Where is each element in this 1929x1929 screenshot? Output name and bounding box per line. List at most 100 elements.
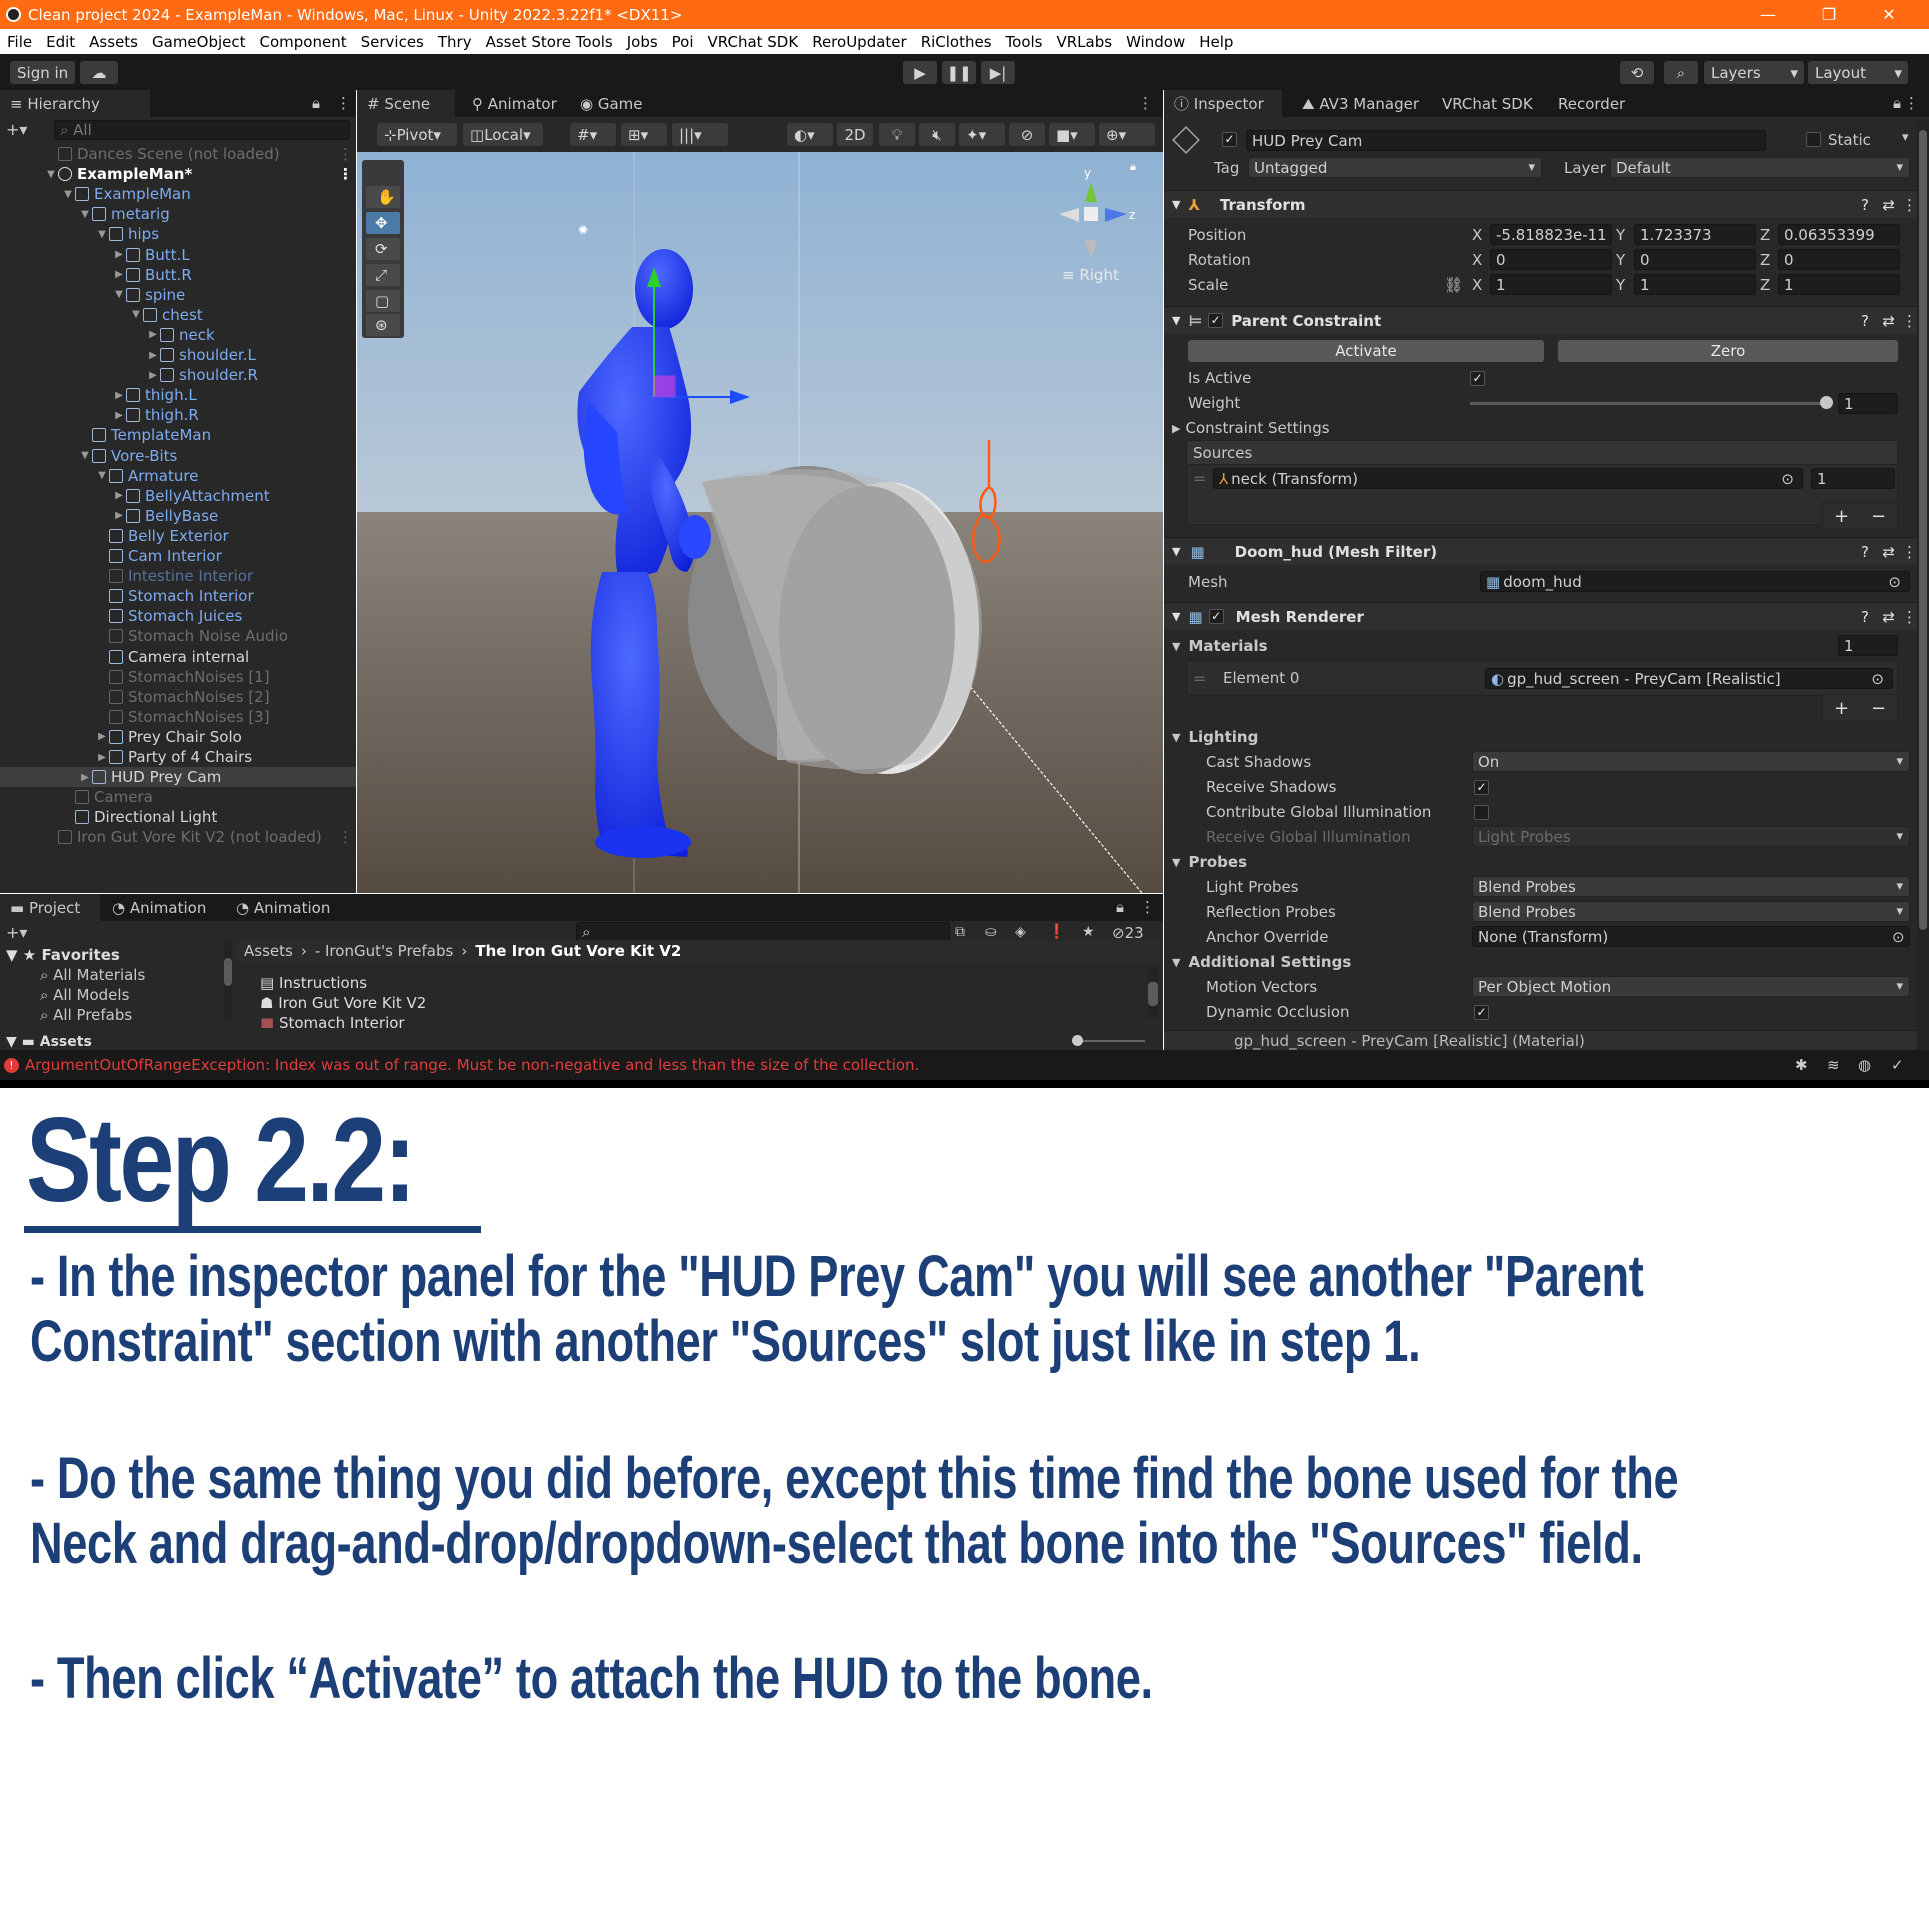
step-icon[interactable]: ▶| (981, 61, 1015, 84)
hierarchy-row[interactable]: ▼ ExampleMan* ⋮ (0, 164, 356, 184)
hierarchy-row[interactable]: ▶ shoulder.R (0, 365, 356, 385)
chevron-down-icon[interactable]: ▼ (78, 450, 92, 461)
receive-shadows-checkbox[interactable]: ✓ (1474, 779, 1489, 795)
source-transform-field[interactable]: ⅄ neck (Transform) ⊙ (1213, 468, 1803, 489)
menu-gameobject[interactable]: GameObject (145, 33, 253, 51)
chevron-right-icon[interactable]: ▶ (112, 490, 126, 501)
hierarchy-row[interactable]: Intestine Interior (0, 566, 356, 586)
hierarchy-row[interactable]: Cam Interior (0, 546, 356, 566)
chevron-right-icon[interactable]: ▶ (112, 410, 126, 421)
minimize-button[interactable]: — (1745, 0, 1791, 29)
static-checkbox[interactable] (1806, 132, 1821, 147)
gizmos-icon[interactable]: ⊕▾ (1099, 123, 1155, 146)
tag-dropdown[interactable]: Untagged (1248, 157, 1542, 178)
lock-icon[interactable]: 🔒︎ (312, 94, 320, 112)
progress-icon[interactable]: ≋ (1827, 1056, 1840, 1074)
mesh-renderer-enabled-checkbox[interactable]: ✓ (1208, 609, 1224, 624)
cast-shadows-dropdown[interactable]: On (1472, 751, 1910, 772)
hierarchy-row[interactable]: ▶ Butt.R (0, 265, 356, 285)
rotation-z-input[interactable]: 0 (1778, 249, 1900, 270)
scale-x-input[interactable]: 1 (1490, 274, 1612, 295)
hierarchy-row[interactable]: Dances Scene (not loaded) ⋮ (0, 144, 356, 164)
contribute-gi-checkbox[interactable] (1474, 804, 1489, 820)
hierarchy-row[interactable]: ▶ Party of 4 Chairs (0, 747, 356, 767)
menu-jobs[interactable]: Jobs (620, 33, 665, 51)
parent-constraint-header[interactable]: ▼ ⊨ ✓ Parent Constraint ? ⇄ ⋮ (1164, 306, 1929, 334)
chevron-down-icon[interactable]: ▼ (61, 189, 75, 200)
tab-animator[interactable]: ⚲ Animator (462, 90, 567, 117)
hierarchy-row[interactable]: ▶ shoulder.L (0, 345, 356, 365)
hierarchy-row[interactable]: ▼ ExampleMan (0, 184, 356, 204)
parent-constraint-enabled-checkbox[interactable]: ✓ (1208, 313, 1224, 328)
more-options-icon[interactable]: ⋮ (336, 94, 351, 112)
more-options-icon[interactable]: ⋮ (1138, 94, 1153, 112)
preset-icon[interactable]: ⇄ (1882, 312, 1895, 330)
filter-label-icon[interactable]: ⛀ (985, 924, 997, 940)
hierarchy-row[interactable]: ▶ thigh.L (0, 385, 356, 405)
menu-window[interactable]: Window (1119, 33, 1192, 51)
grid-snap-icon[interactable]: #▾ (570, 123, 616, 146)
menu-vrlabs[interactable]: VRLabs (1049, 33, 1119, 51)
anchor-override-field[interactable]: None (Transform) (1472, 926, 1910, 947)
hierarchy-row[interactable]: ▼ Armature (0, 466, 356, 486)
source-weight-input[interactable]: 1 (1811, 468, 1895, 489)
scale-y-input[interactable]: 1 (1634, 274, 1756, 295)
chevron-down-icon[interactable]: ▼ (129, 309, 143, 320)
chevron-right-icon[interactable]: ▶ (146, 329, 160, 340)
hierarchy-row[interactable]: Camera internal (0, 647, 356, 667)
hierarchy-row[interactable]: StomachNoises [1] (0, 667, 356, 687)
tab-animation-2[interactable]: ◔ Animation (226, 894, 340, 921)
materials-row[interactable]: ▼ Materials 1 (1164, 635, 1929, 657)
mesh-renderer-header[interactable]: ▼ ▦ ✓ Mesh Renderer ? ⇄ ⋮ (1164, 602, 1929, 630)
hierarchy-row[interactable]: ▶ Prey Chair Solo (0, 727, 356, 747)
tab-recorder[interactable]: Recorder (1548, 90, 1635, 117)
asset-item[interactable]: ▤ Instructions (260, 974, 367, 992)
hidden-objects-icon[interactable]: ⊘ (1009, 123, 1045, 146)
probes-row[interactable]: ▼ Probes (1164, 851, 1929, 873)
hierarchy-row[interactable]: TemplateMan (0, 425, 356, 445)
menu-asset-store-tools[interactable]: Asset Store Tools (479, 33, 620, 51)
favorites-scrollbar[interactable] (224, 940, 232, 1020)
hierarchy-row[interactable]: Iron Gut Vore Kit V2 (not loaded) ⋮ (0, 827, 356, 847)
object-picker-icon[interactable]: ⊙ (1892, 928, 1905, 946)
hierarchy-row[interactable]: ▼ Vore-Bits (0, 446, 356, 466)
preset-icon[interactable]: ⇄ (1882, 608, 1895, 626)
activate-button[interactable]: Activate (1188, 340, 1544, 362)
warning-icon[interactable]: ❗ (1048, 924, 1065, 940)
scene-render[interactable]: ✋ ✥ ⟳ ⤢ ▢ ⊛ ✺ y z ≡ Right 🔒︎ (357, 152, 1163, 893)
asset-item[interactable]: ☗ Iron Gut Vore Kit V2 (260, 994, 426, 1012)
favorite-star-icon[interactable]: ★ (1082, 924, 1095, 940)
favorite-item[interactable]: ⌕ All Models (40, 986, 129, 1004)
hierarchy-row[interactable]: ▼ spine (0, 285, 356, 305)
preset-icon[interactable]: ⇄ (1882, 196, 1895, 214)
hierarchy-row[interactable]: ▼ hips (0, 224, 356, 244)
hierarchy-row[interactable]: ▶ thigh.R (0, 405, 356, 425)
layer-dropdown[interactable]: Default (1610, 157, 1910, 178)
lighting-row[interactable]: ▼ Lighting (1164, 726, 1929, 748)
chevron-right-icon[interactable]: ▶ (112, 249, 126, 260)
tab-hierarchy[interactable]: ≡ Hierarchy (0, 90, 150, 117)
pause-icon[interactable]: ❚❚ (942, 61, 976, 84)
hierarchy-row[interactable]: ▶ HUD Prey Cam (0, 767, 356, 788)
more-options-icon[interactable]: ⋮ (338, 828, 353, 846)
sign-in-button[interactable]: Sign in (10, 61, 76, 84)
material-footer-header[interactable]: gp_hud_screen - PreyCam [Realistic] (Mat… (1164, 1030, 1929, 1050)
filter-tag-icon[interactable]: ◈ (1015, 924, 1026, 940)
hierarchy-row[interactable]: Camera (0, 787, 356, 807)
favorite-item[interactable]: ⌕ All Materials (40, 966, 145, 984)
menu-thry[interactable]: Thry (431, 33, 479, 51)
shading-mode-icon[interactable]: ◐▾ (787, 123, 833, 146)
transform-header[interactable]: ▼ ⅄ Transform ? ⇄ ⋮ (1164, 190, 1929, 218)
error-message[interactable]: ArgumentOutOfRangeException: Index was o… (25, 1056, 919, 1074)
chevron-right-icon[interactable]: ▶ (112, 510, 126, 521)
move-gizmo-plane[interactable] (653, 375, 676, 398)
chevron-down-icon[interactable]: ▼ (112, 289, 126, 300)
filter-type-icon[interactable]: ⧉ (955, 924, 965, 940)
additional-settings-row[interactable]: ▼ Additional Settings (1164, 951, 1929, 973)
more-options-icon[interactable]: ⋮ (1902, 608, 1917, 626)
breadcrumb-kit[interactable]: The Iron Gut Vore Kit V2 (475, 942, 681, 960)
chevron-right-icon[interactable]: ▶ (95, 752, 109, 763)
ruler-icon[interactable]: |||▾ (672, 123, 728, 146)
lock-icon[interactable]: 🔒︎ (1893, 94, 1901, 112)
help-icon[interactable]: ? (1861, 543, 1869, 561)
